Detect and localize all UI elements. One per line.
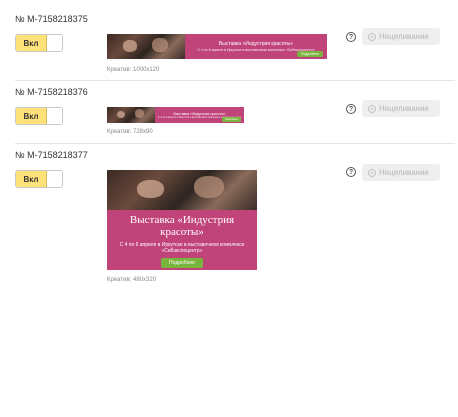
targeting-button-label: Нацеливание	[379, 168, 429, 177]
toggle-knob	[47, 108, 62, 124]
toggle-knob	[47, 171, 62, 187]
banner-title: Выставка «Индустрия красоты»	[218, 41, 294, 47]
ad-toggle[interactable]: Вкл	[15, 107, 63, 125]
creative-caption: Креатив: 1000x120	[107, 67, 160, 73]
banner-more-button[interactable]: Подробнее	[296, 51, 323, 57]
targeting-button-label: Нацеливание	[379, 104, 429, 113]
ad-id: № M-7158218375	[15, 14, 88, 24]
toggle-on-label: Вкл	[16, 35, 47, 51]
banner-photo	[107, 107, 155, 123]
banner-photo	[107, 170, 257, 210]
row-divider	[15, 143, 455, 144]
targeting-button[interactable]: Нацеливание	[362, 164, 440, 181]
ad-id: № M-7158218376	[15, 87, 88, 97]
creative-caption: Креатив: 728x90	[107, 129, 153, 135]
targeting-button[interactable]: Нацеливание	[362, 28, 440, 45]
toggle-on-label: Вкл	[16, 171, 47, 187]
banner-more-button[interactable]: Подробнее	[222, 117, 241, 122]
toggle-knob	[47, 35, 62, 51]
creative-banner[interactable]: Выставка «Индустрия красоты» С 4 по 6 ап…	[107, 170, 257, 270]
row-divider	[15, 80, 455, 81]
toggle-on-label: Вкл	[16, 108, 47, 124]
banner-more-button[interactable]: Подробнее	[161, 258, 203, 268]
help-icon[interactable]: ?	[346, 32, 356, 42]
banner-subtitle: С 4 по 6 апреля в Иркутске в выставочном…	[119, 242, 245, 254]
target-icon	[368, 168, 376, 177]
ad-toggle[interactable]: Вкл	[15, 170, 63, 188]
targeting-button[interactable]: Нацеливание	[362, 100, 440, 117]
banner-photo	[107, 34, 185, 59]
banner-title: Выставка «Индустрия красоты»	[129, 214, 235, 238]
creative-banner[interactable]: Выставка «Индустрия красоты» С 4 по 6 ап…	[107, 107, 244, 123]
targeting-button-label: Нацеливание	[379, 32, 429, 41]
target-icon	[368, 32, 376, 41]
creative-caption: Креатив: 480x320	[107, 277, 157, 283]
ad-id: № M-7158218377	[15, 150, 88, 160]
ad-toggle[interactable]: Вкл	[15, 34, 63, 52]
creative-banner[interactable]: Выставка «Индустрия красоты» С 4 по 6 ап…	[107, 34, 327, 59]
target-icon	[368, 104, 376, 113]
help-icon[interactable]: ?	[346, 167, 356, 177]
help-icon[interactable]: ?	[346, 104, 356, 114]
